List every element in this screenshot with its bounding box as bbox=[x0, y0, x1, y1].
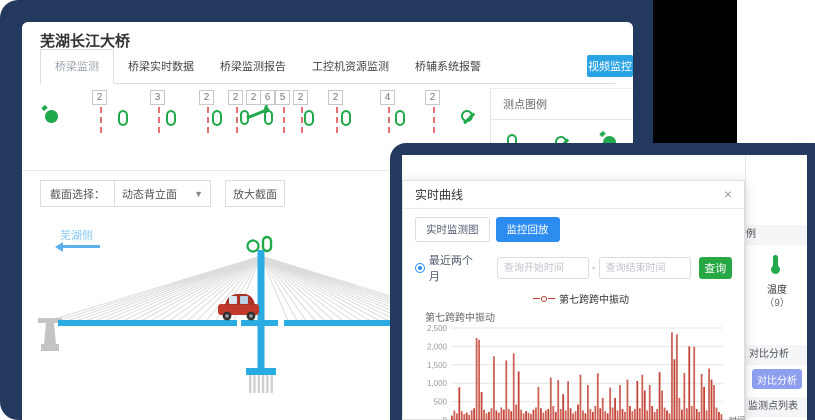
radio-label: 最近两个月 bbox=[429, 252, 483, 284]
compare-header-label: 对比分析 bbox=[749, 349, 789, 360]
radio-icon bbox=[415, 263, 425, 273]
start-time-input[interactable] bbox=[497, 257, 589, 279]
modal-title: 实时曲线 bbox=[415, 188, 463, 202]
radio-last-two-months[interactable]: 最近两个月 bbox=[415, 252, 483, 284]
svg-text:0: 0 bbox=[443, 416, 448, 420]
sensor-badge: 2 bbox=[199, 90, 214, 105]
sensor-dash bbox=[336, 107, 338, 133]
modal-body: 实时监测图监控回放 最近两个月 - 查询 bbox=[403, 209, 744, 420]
chart-legend[interactable]: 第七跨跨中振动 bbox=[533, 291, 732, 306]
section-select-value: 动态背立面 bbox=[122, 186, 177, 202]
modal-tab-bar: 实时监测图监控回放 bbox=[415, 217, 732, 242]
sensor-badge: 2 bbox=[92, 90, 107, 105]
compare-analysis-button[interactable]: 对比分析 bbox=[752, 369, 802, 389]
ban-icon[interactable] bbox=[461, 110, 473, 122]
link-icon[interactable] bbox=[341, 110, 351, 126]
query-button[interactable]: 查询 bbox=[699, 257, 732, 279]
section-select-group: 截面选择： 动态背立面 ▼ bbox=[40, 180, 211, 207]
panel-legend-header: 测点图例 bbox=[746, 225, 807, 245]
sensor-dash bbox=[388, 107, 390, 133]
sensor-dash bbox=[207, 107, 209, 133]
close-icon[interactable]: × bbox=[724, 181, 732, 208]
link-icon[interactable] bbox=[212, 110, 222, 126]
modal-tab-0[interactable]: 实时监测图 bbox=[415, 217, 490, 242]
svg-text:1,000: 1,000 bbox=[427, 379, 448, 388]
point-list-header: 监测点列表 bbox=[746, 397, 807, 417]
link-icon[interactable] bbox=[304, 110, 314, 126]
sensor-badge: 4 bbox=[380, 90, 395, 105]
legend-circle-icon bbox=[541, 296, 547, 302]
date-range-separator: - bbox=[592, 262, 596, 274]
front-window: 测点图例 温度 （9） 对比分析 对比分析 监测点列表 实时曲线 × bbox=[402, 155, 807, 420]
sensor-dash bbox=[158, 107, 160, 133]
svg-text:时间: 时间 bbox=[729, 415, 745, 420]
white-region bbox=[737, 0, 815, 143]
video-monitor-button[interactable]: 视频监控 bbox=[587, 55, 633, 77]
tab-bar: 桥梁监测桥梁实时数据桥梁监测报告工控机资源监测桥辅系统报警 bbox=[40, 54, 615, 84]
sensor-dash bbox=[100, 107, 102, 133]
legend-label: 第七跨跨中振动 bbox=[559, 291, 629, 306]
clock-icon[interactable] bbox=[45, 110, 58, 123]
screenshot-canvas: 芜湖长江大桥 桥梁监测桥梁实时数据桥梁监测报告工控机资源监测桥辅系统报警 视频监… bbox=[0, 0, 815, 420]
legend-panel-title: 测点图例 bbox=[491, 89, 633, 120]
modal-header: 实时曲线 × bbox=[403, 181, 744, 209]
svg-text:2,500: 2,500 bbox=[427, 324, 448, 333]
end-time-input[interactable] bbox=[599, 257, 691, 279]
sensor-badge: 5 bbox=[275, 90, 290, 105]
vibration-chart: 05001,0001,5002,0002,5002018-09-30 16:01… bbox=[417, 324, 751, 420]
sensor-badge: 2 bbox=[425, 90, 440, 105]
legend-marker bbox=[548, 298, 555, 300]
tab-4[interactable]: 桥辅系统报警 bbox=[415, 50, 481, 83]
sensor-dash bbox=[236, 107, 238, 133]
sensor-dash bbox=[433, 107, 435, 133]
sensor-badge: 6 bbox=[260, 90, 275, 105]
chevron-down-icon: ▼ bbox=[194, 189, 203, 199]
tab-2[interactable]: 桥梁监测报告 bbox=[220, 50, 286, 83]
panel-legend-title: 测点图例 bbox=[746, 229, 756, 240]
sensor-badge: 2 bbox=[328, 90, 343, 105]
tab-3[interactable]: 工控机资源监测 bbox=[312, 50, 389, 83]
page-title: 芜湖长江大桥 bbox=[40, 30, 130, 51]
sensor-badge: 2 bbox=[293, 90, 308, 105]
svg-text:500: 500 bbox=[434, 398, 448, 407]
realtime-curve-modal: 实时曲线 × 实时监测图监控回放 最近两个月 - 查询 bbox=[402, 180, 745, 420]
sensor-dash bbox=[301, 107, 303, 133]
right-panel: 测点图例 温度 （9） 对比分析 对比分析 监测点列表 bbox=[745, 155, 807, 420]
section-select-label: 截面选择： bbox=[41, 186, 114, 202]
section-select-dropdown[interactable]: 动态背立面 ▼ bbox=[114, 180, 210, 207]
thermometer-icon bbox=[773, 255, 778, 268]
legend-marker bbox=[533, 298, 540, 300]
tab-1[interactable]: 桥梁实时数据 bbox=[128, 50, 194, 83]
svg-text:1,500: 1,500 bbox=[427, 361, 448, 370]
temperature-count: （9） bbox=[746, 294, 807, 309]
modal-tab-1[interactable]: 监控回放 bbox=[496, 217, 560, 242]
chart-title: 第七跨跨中振动 bbox=[425, 309, 732, 324]
compare-section-header: 对比分析 bbox=[746, 345, 807, 365]
point-list-label: 监测点列表 bbox=[748, 401, 798, 412]
sensor-badge: 2 bbox=[246, 90, 261, 105]
link-icon[interactable] bbox=[166, 110, 176, 126]
black-region bbox=[653, 0, 737, 143]
section-select-row: 截面选择： 动态背立面 ▼ 放大截面 bbox=[40, 180, 285, 207]
link-icon[interactable] bbox=[118, 110, 128, 126]
tab-0[interactable]: 桥梁监测 bbox=[40, 49, 114, 84]
joint-icon[interactable] bbox=[240, 108, 276, 126]
sensor-dash bbox=[283, 107, 285, 133]
zoom-section-button[interactable]: 放大截面 bbox=[225, 180, 285, 207]
front-window-frame: 测点图例 温度 （9） 对比分析 对比分析 监测点列表 实时曲线 × bbox=[390, 143, 815, 420]
link-icon[interactable] bbox=[395, 110, 405, 126]
query-controls: 最近两个月 - 查询 bbox=[415, 252, 732, 284]
svg-text:2,000: 2,000 bbox=[427, 342, 448, 351]
sensor-badge: 3 bbox=[150, 90, 165, 105]
sensor-badge: 2 bbox=[228, 90, 243, 105]
